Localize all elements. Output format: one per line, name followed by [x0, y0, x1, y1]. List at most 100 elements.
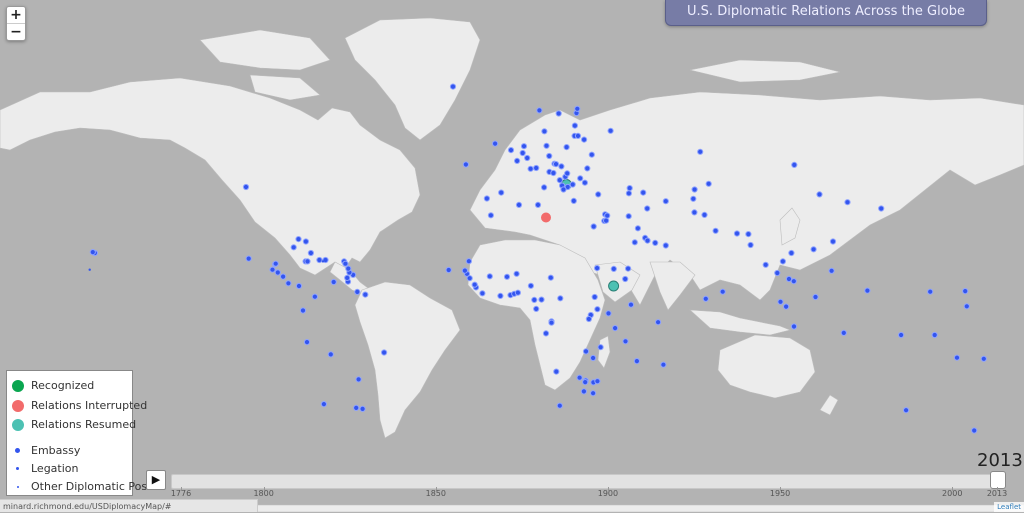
embassy-marker[interactable] [515, 201, 523, 208]
embassy-marker[interactable] [633, 358, 641, 365]
embassy-marker[interactable] [538, 296, 545, 303]
embassy-marker[interactable] [555, 110, 562, 117]
embassy-marker[interactable] [702, 295, 709, 302]
embassy-marker[interactable] [697, 148, 704, 155]
embassy-marker[interactable] [533, 305, 540, 312]
embassy-marker[interactable] [603, 217, 610, 224]
zoom-out-button[interactable]: − [7, 23, 25, 40]
embassy-marker[interactable] [520, 143, 528, 150]
embassy-marker[interactable] [445, 266, 452, 274]
embassy-marker[interactable] [272, 260, 279, 267]
embassy-marker[interactable] [631, 239, 638, 246]
embassy-marker[interactable] [652, 239, 659, 246]
embassy-marker[interactable] [581, 136, 588, 143]
embassy-marker[interactable] [327, 351, 334, 358]
embassy-marker[interactable] [634, 225, 642, 232]
embassy-marker[interactable] [712, 227, 719, 234]
embassy-marker[interactable] [527, 282, 535, 289]
embassy-marker[interactable] [479, 290, 486, 297]
embassy-marker[interactable] [527, 165, 534, 172]
embassy-marker[interactable] [640, 189, 647, 196]
embassy-marker[interactable] [345, 265, 352, 272]
embassy-marker[interactable] [963, 303, 970, 310]
embassy-marker[interactable] [536, 107, 543, 114]
embassy-marker[interactable] [558, 163, 565, 170]
embassy-marker[interactable] [465, 258, 472, 265]
embassy-marker[interactable] [541, 184, 548, 191]
embassy-marker[interactable] [344, 274, 351, 281]
embassy-marker[interactable] [590, 390, 597, 397]
embassy-marker[interactable] [354, 288, 361, 295]
embassy-marker[interactable] [303, 339, 311, 346]
embassy-marker[interactable] [783, 303, 790, 310]
embassy-marker[interactable] [355, 376, 362, 383]
embassy-marker[interactable] [604, 212, 611, 219]
embassy-marker[interactable] [953, 354, 961, 361]
embassy-marker[interactable] [622, 338, 629, 345]
embassy-marker[interactable] [503, 273, 511, 280]
embassy-marker[interactable] [594, 306, 601, 313]
embassy-marker[interactable] [788, 249, 795, 257]
embassy-marker[interactable] [242, 183, 250, 191]
resumed-marker[interactable] [608, 280, 620, 292]
embassy-marker[interactable] [507, 147, 515, 154]
embassy-marker[interactable] [342, 260, 349, 267]
embassy-marker[interactable] [590, 223, 597, 230]
embassy-marker[interactable] [588, 151, 595, 158]
embassy-marker[interactable] [594, 378, 601, 385]
embassy-marker[interactable] [597, 344, 604, 351]
embassy-marker[interactable] [560, 186, 567, 193]
zoom-in-button[interactable]: + [7, 7, 25, 23]
embassy-marker[interactable] [299, 307, 307, 314]
embassy-marker[interactable] [581, 179, 589, 186]
embassy-marker[interactable] [533, 164, 540, 172]
embassy-marker[interactable] [971, 427, 978, 434]
embassy-marker[interactable] [330, 278, 337, 286]
embassy-marker[interactable] [534, 201, 542, 208]
embassy-marker[interactable] [486, 273, 493, 280]
embassy-marker[interactable] [359, 405, 366, 412]
embassy-marker[interactable] [546, 152, 553, 160]
embassy-marker[interactable] [864, 287, 871, 294]
embassy-marker[interactable] [449, 83, 457, 90]
embassy-marker[interactable] [810, 246, 817, 253]
embassy-marker[interactable] [691, 186, 698, 193]
embassy-marker[interactable] [777, 298, 784, 305]
embassy-marker[interactable] [524, 154, 531, 162]
embassy-marker[interactable] [812, 293, 819, 301]
embassy-marker[interactable] [719, 288, 726, 295]
embassy-marker[interactable] [662, 198, 669, 205]
world-map[interactable] [0, 0, 1024, 512]
embassy-marker[interactable] [701, 211, 708, 218]
embassy-marker[interactable] [980, 355, 987, 362]
embassy-marker[interactable] [610, 265, 617, 272]
embassy-marker[interactable] [840, 329, 847, 336]
embassy-marker[interactable] [556, 177, 563, 184]
embassy-marker[interactable] [574, 132, 582, 139]
embassy-marker[interactable] [574, 105, 581, 112]
embassy-marker[interactable] [307, 249, 314, 257]
embassy-marker[interactable] [497, 292, 504, 299]
embassy-marker[interactable] [295, 236, 302, 243]
embassy-marker[interactable] [548, 319, 555, 326]
embassy-marker[interactable] [626, 185, 633, 192]
embassy-marker[interactable] [571, 122, 579, 129]
embassy-marker[interactable] [564, 170, 571, 177]
embassy-marker[interactable] [582, 348, 590, 355]
embassy-marker[interactable] [513, 270, 520, 277]
embassy-marker[interactable] [471, 281, 478, 288]
embassy-marker[interactable] [462, 161, 469, 168]
embassy-marker[interactable] [627, 301, 635, 308]
embassy-marker[interactable] [898, 331, 905, 339]
embassy-marker[interactable] [774, 269, 781, 277]
embassy-marker[interactable] [557, 295, 564, 302]
embassy-marker[interactable] [304, 258, 311, 265]
embassy-marker[interactable] [570, 197, 577, 204]
embassy-marker[interactable] [747, 241, 754, 249]
embassy-marker[interactable] [745, 231, 752, 238]
embassy-marker[interactable] [487, 212, 494, 219]
embassy-marker[interactable] [585, 315, 593, 323]
embassy-marker[interactable] [607, 127, 614, 134]
embassy-marker[interactable] [89, 249, 96, 256]
embassy-marker[interactable] [625, 190, 633, 197]
